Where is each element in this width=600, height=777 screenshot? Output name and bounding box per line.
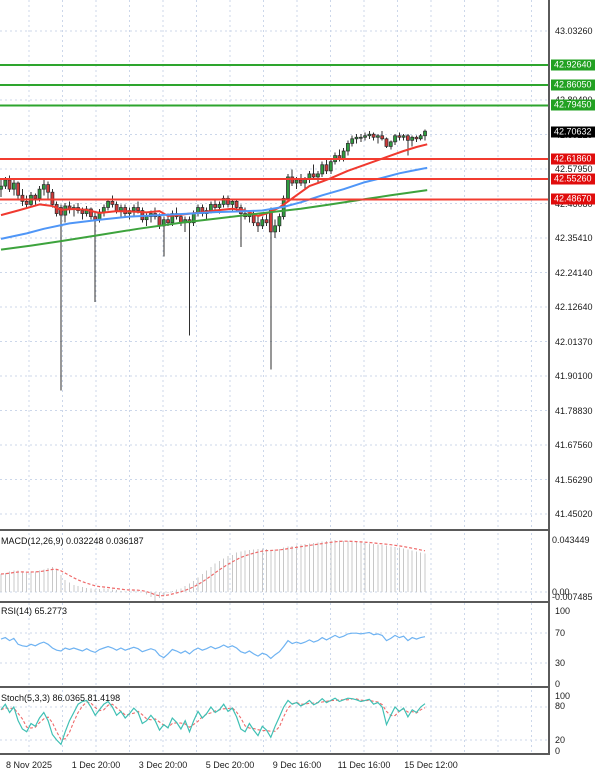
price-axis[interactable]: 43.1453043.0326042.9176042.8049042.69220… [548, 0, 600, 755]
price-tick: 42.24140 [555, 268, 593, 278]
date-label: 8 Nov 2025 [6, 760, 52, 770]
price-tick: 42.35410 [555, 233, 593, 243]
rsi-tick: 30 [555, 658, 565, 668]
main-grid [0, 0, 548, 529]
support-price-badge: 42.61860 [551, 154, 595, 165]
stochastic-legend: Stoch(5,3,3) 86.0365 81.4198 [1, 693, 120, 703]
current-price-badge: 42.70632 [551, 127, 595, 138]
support-price-badge: 42.48670 [551, 194, 595, 205]
stoch-tick: 80 [555, 701, 565, 711]
price-tick-clipped: 43.14530 [555, 0, 593, 2]
rsi-tick: 70 [555, 628, 565, 638]
stoch-tick: 20 [555, 735, 565, 745]
rsi-legend: RSI(14) 65.2773 [1, 606, 67, 616]
price-tick: 43.03260 [555, 26, 593, 36]
resistance-price-badge: 42.79450 [551, 100, 595, 111]
resistance-price-badge: 42.86050 [551, 80, 595, 91]
price-tick: 41.78830 [555, 406, 593, 416]
stochastic-panel[interactable]: Stoch(5,3,3) 86.0365 81.4198 [0, 690, 548, 755]
price-tick: 41.45020 [555, 509, 593, 519]
resistance-price-badge: 42.92640 [551, 60, 595, 71]
rsi-line [1, 633, 425, 659]
macd-signal-line [1, 541, 425, 596]
date-label: 1 Dec 20:00 [72, 760, 121, 770]
date-label: 9 Dec 16:00 [273, 760, 322, 770]
trading-chart-window: MACD(12,26,9) 0.032248 0.036187 RSI(14) … [0, 0, 600, 777]
price-tick: 42.01370 [555, 337, 593, 347]
macd-tick: -0.007485 [552, 592, 593, 602]
rsi-plot[interactable] [0, 603, 548, 686]
price-tick: 42.12640 [555, 302, 593, 312]
rsi-panel[interactable]: RSI(14) 65.2773 [0, 603, 548, 688]
stoch-k-line [1, 698, 425, 744]
date-label: 5 Dec 20:00 [206, 760, 255, 770]
price-chart-panel[interactable] [0, 0, 548, 531]
stoch-tick: 100 [555, 691, 570, 701]
date-label: 15 Dec 12:00 [404, 760, 458, 770]
price-tick: 41.90100 [555, 371, 593, 381]
macd-tick: 0.043449 [552, 535, 590, 545]
price-tick: 42.57950 [555, 164, 593, 174]
date-label: 3 Dec 20:00 [139, 760, 188, 770]
price-tick: 41.56290 [555, 475, 593, 485]
macd-legend: MACD(12,26,9) 0.032248 0.036187 [1, 536, 144, 546]
time-axis[interactable]: 8 Nov 2025 1 Dec 20:00 3 Dec 20:00 5 Dec 20… [0, 755, 600, 777]
macd-panel[interactable]: MACD(12,26,9) 0.032248 0.036187 [0, 533, 548, 603]
candles-group [0, 130, 427, 391]
rsi-tick: 0 [555, 679, 560, 689]
date-label: 11 Dec 16:00 [338, 760, 391, 770]
candlestick-plot[interactable] [0, 0, 548, 529]
rsi-tick: 100 [555, 606, 570, 616]
support-price-badge: 42.55260 [551, 174, 595, 185]
price-tick: 41.67560 [555, 440, 593, 450]
